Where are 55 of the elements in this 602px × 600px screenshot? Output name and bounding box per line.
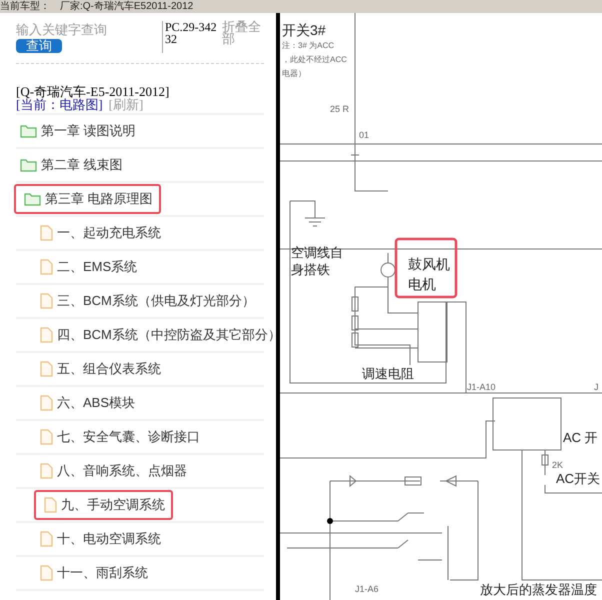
tree-item[interactable]: 二、EMS系统 [36, 252, 146, 282]
tree-item[interactable]: 第一章 读图说明 [16, 116, 144, 146]
top-bar-label: 当前车型： [0, 2, 50, 12]
diagram-label: 25 R [330, 104, 350, 114]
diagram-label: 放大后的蒸发器温度 [480, 582, 597, 597]
document-icon [40, 463, 53, 479]
tree-item[interactable]: 四、BCM系统（中控防盗及其它部分） [36, 320, 276, 350]
diagram-label: 调速电阻 [362, 366, 414, 381]
diagram-label: AC 开 [563, 430, 598, 445]
vehicle-model: 厂家:Q-奇瑞汽车E52011-2012 [60, 2, 194, 12]
tree-item[interactable]: 九、手动空调系统 [34, 490, 173, 520]
folder-icon [24, 192, 41, 206]
diagram-label: J [594, 382, 598, 392]
folder-icon [20, 124, 37, 138]
tree-item[interactable]: 三、BCM系统（供电及灯光部分） [36, 286, 263, 316]
tree-item[interactable]: 八、音响系统、点烟器 [36, 456, 195, 486]
search-field[interactable]: 输入关键字查询 [16, 21, 162, 39]
part-number: PC.29-34232 [165, 20, 217, 46]
tree-item[interactable]: 一、起动充电系统 [36, 218, 169, 248]
diagram-label: 开关3# [282, 22, 326, 38]
blower-motor-label: 电机 [408, 276, 436, 292]
document-icon [40, 225, 53, 241]
diagram-label: J1-A10 [467, 382, 496, 392]
diagram-label: 电器） [282, 69, 306, 78]
document-icon [40, 531, 53, 547]
document-icon [44, 497, 57, 513]
document-icon [40, 565, 53, 581]
diagram-label: 身搭铁 [291, 262, 330, 277]
highlight-frame [394, 238, 458, 298]
junction-dot [327, 518, 333, 524]
tree-item[interactable]: 第二章 线束图 [16, 150, 131, 180]
document-icon [40, 361, 53, 377]
diagram-label: 注：3# 为ACC [282, 41, 334, 50]
tree-item[interactable]: 第三章 电路原理图 [14, 184, 161, 214]
diagram-label: ，此处不经过ACC [282, 55, 347, 64]
document-icon [40, 259, 53, 275]
tree-item[interactable]: 五、组合仪表系统 [36, 354, 169, 384]
diagram-label: 01 [359, 130, 370, 140]
document-icon [40, 327, 53, 343]
document-icon [40, 395, 53, 411]
tree-item[interactable]: 六、ABS模块 [36, 388, 144, 418]
diagram-label: AC开关 [556, 471, 600, 486]
diagram-label: J1-A6 [355, 584, 379, 594]
document-icon [40, 429, 53, 445]
folder-icon [20, 158, 37, 172]
diagram-label: 空调线自 [291, 245, 343, 260]
tree-item[interactable]: 七、安全气囊、诊断接口 [36, 422, 208, 452]
diagram-label: 2K [552, 460, 564, 470]
current-view-link[interactable]: [当前：电路图] [16, 98, 103, 111]
search-button[interactable]: 查询 [16, 39, 62, 53]
document-icon [40, 293, 53, 309]
tree-item[interactable]: 十一、雨刮系统 [36, 558, 156, 588]
vehicle-title: [Q-奇瑞汽车-E5-2011-2012] [16, 85, 170, 98]
blower-motor-label: 鼓风机 [408, 256, 450, 272]
tree-item[interactable]: 十、电动空调系统 [36, 524, 169, 554]
